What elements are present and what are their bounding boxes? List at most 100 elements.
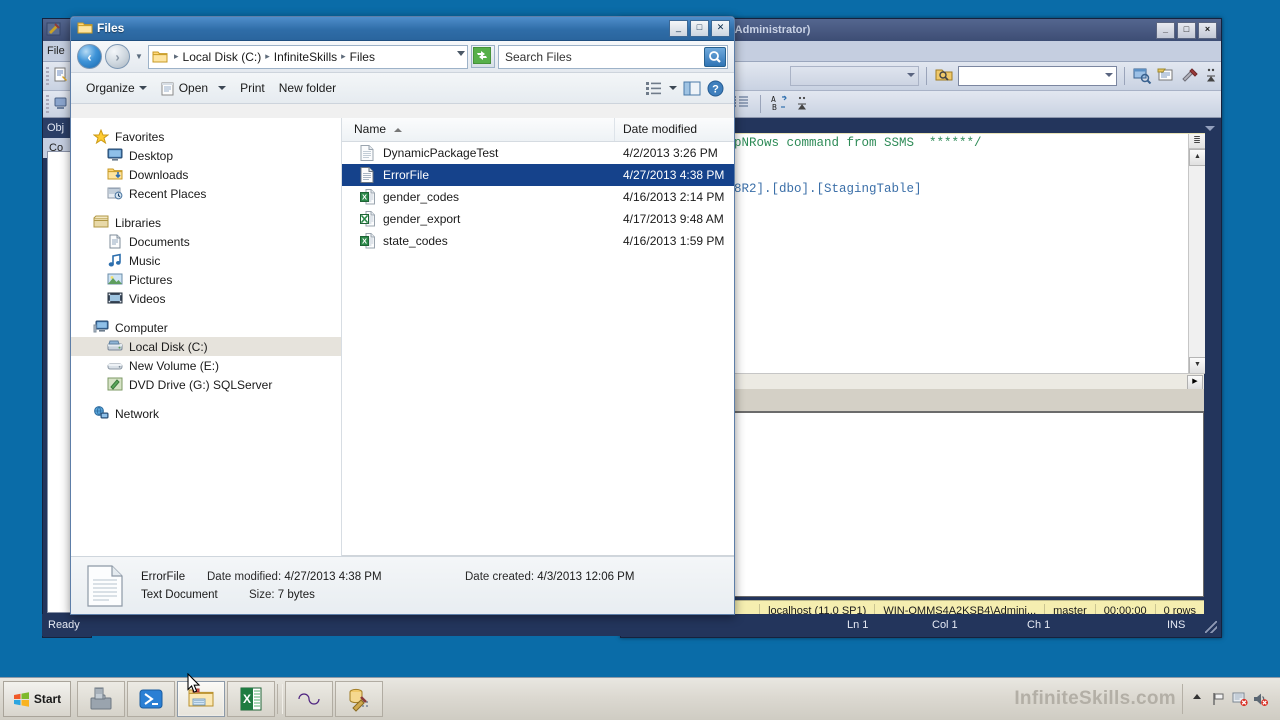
sidebar-item-computer[interactable]: Computer <box>71 318 341 337</box>
volume-muted-icon[interactable] <box>1253 691 1269 707</box>
file-list[interactable]: DynamicPackageTest 4/2/2013 3:26 PM Erro… <box>342 142 734 555</box>
editor-split-handle[interactable]: ≣ <box>1189 134 1205 149</box>
new-folder-button[interactable]: New folder <box>272 78 343 98</box>
toolbox-icon[interactable] <box>77 681 125 717</box>
new-query-icon[interactable] <box>53 67 69 86</box>
show-preview-pane-icon[interactable] <box>683 81 701 96</box>
database-combo[interactable] <box>790 66 920 86</box>
excel-icon[interactable]: X <box>227 681 275 717</box>
resize-grip-icon[interactable] <box>1205 621 1217 633</box>
toolbar-overflow-icon-2[interactable] <box>796 94 816 114</box>
visual-studio-icon[interactable] <box>285 681 333 717</box>
open-button[interactable]: Open <box>154 78 233 99</box>
close-button[interactable]: × <box>1198 22 1217 39</box>
table-row[interactable]: X state_codes 4/16/2013 1:59 PM <box>342 230 734 252</box>
toolbar-grip[interactable] <box>46 67 49 85</box>
sidebar-item-videos[interactable]: Videos <box>71 289 341 308</box>
table-row[interactable]: X gender_codes 4/16/2013 2:14 PM <box>342 186 734 208</box>
address-bar[interactable]: ▸ Local Disk (C:) ▸ InfiniteSkills ▸ Fil… <box>148 44 468 69</box>
table-row[interactable]: gender_export 4/17/2013 9:48 AM <box>342 208 734 230</box>
scroll-up-button[interactable]: ▲ <box>1189 149 1205 166</box>
editor-results-splitter[interactable] <box>731 389 1204 412</box>
sidebar-item-network[interactable]: Network <box>71 404 341 423</box>
file-explorer-icon[interactable] <box>177 681 225 717</box>
print-button[interactable]: Print <box>233 78 272 98</box>
sidebar-item-music[interactable]: Music <box>71 251 341 270</box>
sidebar-item-dvd-drive-g[interactable]: DVD Drive (G:) SQLServer <box>71 375 341 394</box>
explorer-titlebar[interactable]: Files _ □ ✕ <box>71 17 734 41</box>
toolbar-overflow-icon[interactable] <box>1204 66 1221 86</box>
toolbar-grip-2[interactable] <box>46 95 49 113</box>
column-header-name[interactable]: Name <box>342 118 615 141</box>
breadcrumb-separator-1[interactable]: ▸ <box>338 51 349 62</box>
table-row[interactable]: ErrorFile 4/27/2013 4:38 PM <box>342 164 734 186</box>
sidebar-item-local-disk-c[interactable]: Local Disk (C:) <box>71 337 341 356</box>
sidebar-item-recent-places[interactable]: Recent Places <box>71 184 341 203</box>
change-view-icon[interactable] <box>645 80 663 96</box>
refresh-button[interactable] <box>471 45 495 68</box>
file-name-cell[interactable]: gender_export <box>342 210 615 228</box>
file-list-header[interactable]: Name Date modified <box>342 118 734 142</box>
file-explorer-window[interactable]: Files _ □ ✕ ‹ › ▼ ▸ Local Disk (C:) ▸ In… <box>70 16 735 615</box>
file-name-cell[interactable]: ErrorFile <box>342 166 615 184</box>
minimize-button[interactable]: _ <box>1156 22 1175 39</box>
editor-horizontal-scrollbar[interactable]: ▶ <box>731 373 1204 390</box>
powershell-icon[interactable] <box>127 681 175 717</box>
table-row[interactable]: DynamicPackageTest 4/2/2013 3:26 PM <box>342 142 734 164</box>
sql-tools-icon[interactable] <box>335 681 383 717</box>
sql-editor[interactable]: pNRows command from SSMS ******/ 8R2].[d… <box>731 133 1205 374</box>
action-center-icon[interactable] <box>1232 691 1248 707</box>
address-dropdown-icon[interactable] <box>457 50 465 56</box>
breadcrumb-separator-0[interactable]: ▸ <box>262 51 273 62</box>
tabstrip-chevron-down-icon[interactable] <box>1205 126 1215 131</box>
ssms-window-controls[interactable]: _ □ × <box>1156 22 1217 39</box>
scroll-down-button[interactable]: ▼ <box>1189 357 1205 374</box>
sidebar-item-new-volume-e[interactable]: New Volume (E:) <box>71 356 341 375</box>
connect-icon[interactable] <box>53 95 69 114</box>
left-window-menu-file[interactable]: File <box>47 45 65 57</box>
breadcrumb-item-1[interactable]: InfiniteSkills <box>273 50 338 64</box>
object-explorer-toggle-icon[interactable] <box>1132 66 1152 86</box>
recent-locations-button[interactable]: ▼ <box>133 52 145 61</box>
search-box[interactable]: Search Files <box>498 44 728 69</box>
start-button[interactable]: Start <box>3 681 71 717</box>
sidebar-item-desktop[interactable]: Desktop <box>71 146 341 165</box>
breadcrumb-separator[interactable]: ▸ <box>171 51 182 62</box>
column-header-date-modified[interactable]: Date modified <box>615 118 734 141</box>
scroll-right-button[interactable]: ▶ <box>1187 375 1203 390</box>
sidebar-item-documents[interactable]: Documents <box>71 232 341 251</box>
organize-button[interactable]: Organize <box>79 78 154 98</box>
forward-button[interactable]: › <box>105 44 130 69</box>
sidebar-item-downloads[interactable]: Downloads <box>71 165 341 184</box>
show-hidden-icons-icon[interactable] <box>1190 691 1206 707</box>
tools-options-icon[interactable] <box>1180 66 1200 86</box>
query-results-pane[interactable] <box>731 412 1204 597</box>
taskbar[interactable]: Start X InfiniteSkills.com <box>0 677 1280 720</box>
explorer-toolbar[interactable]: Organize Open Print New folder ? <box>71 73 734 104</box>
close-button[interactable]: ✕ <box>711 20 730 37</box>
maximize-button[interactable]: □ <box>690 20 709 37</box>
sidebar-item-pictures[interactable]: Pictures <box>71 270 341 289</box>
search-input[interactable]: Search Files <box>505 50 572 64</box>
quick-launch-bar[interactable]: X <box>77 681 383 717</box>
file-name-cell[interactable]: X gender_codes <box>342 188 615 206</box>
sidebar-item-libraries[interactable]: Libraries <box>71 213 341 232</box>
search-icon[interactable] <box>704 46 726 67</box>
sidebar-item-favorites[interactable]: Favorites <box>71 127 341 146</box>
flag-icon[interactable] <box>1211 691 1227 707</box>
explorer-navigation-bar[interactable]: ‹ › ▼ ▸ Local Disk (C:) ▸ InfiniteSkills… <box>71 41 734 73</box>
properties-window-icon[interactable] <box>1156 66 1176 86</box>
maximize-button[interactable]: □ <box>1177 22 1196 39</box>
file-name-cell[interactable]: DynamicPackageTest <box>342 144 615 162</box>
explorer-window-controls[interactable]: _ □ ✕ <box>669 20 730 37</box>
explorer-toolbar-right[interactable]: ? <box>645 80 726 97</box>
minimize-button[interactable]: _ <box>669 20 688 37</box>
sort-az-icon[interactable]: AB <box>770 94 790 114</box>
file-name-cell[interactable]: X state_codes <box>342 232 615 250</box>
help-icon[interactable]: ? <box>707 80 724 97</box>
breadcrumb-item-2[interactable]: Files <box>349 50 376 64</box>
editor-vertical-scrollbar[interactable]: ≣ ▲ ▼ <box>1188 134 1205 374</box>
back-button[interactable]: ‹ <box>77 44 102 69</box>
query-target-combo[interactable] <box>958 66 1118 86</box>
file-list-pane[interactable]: Name Date modified DynamicPackageTest 4/… <box>342 118 734 573</box>
